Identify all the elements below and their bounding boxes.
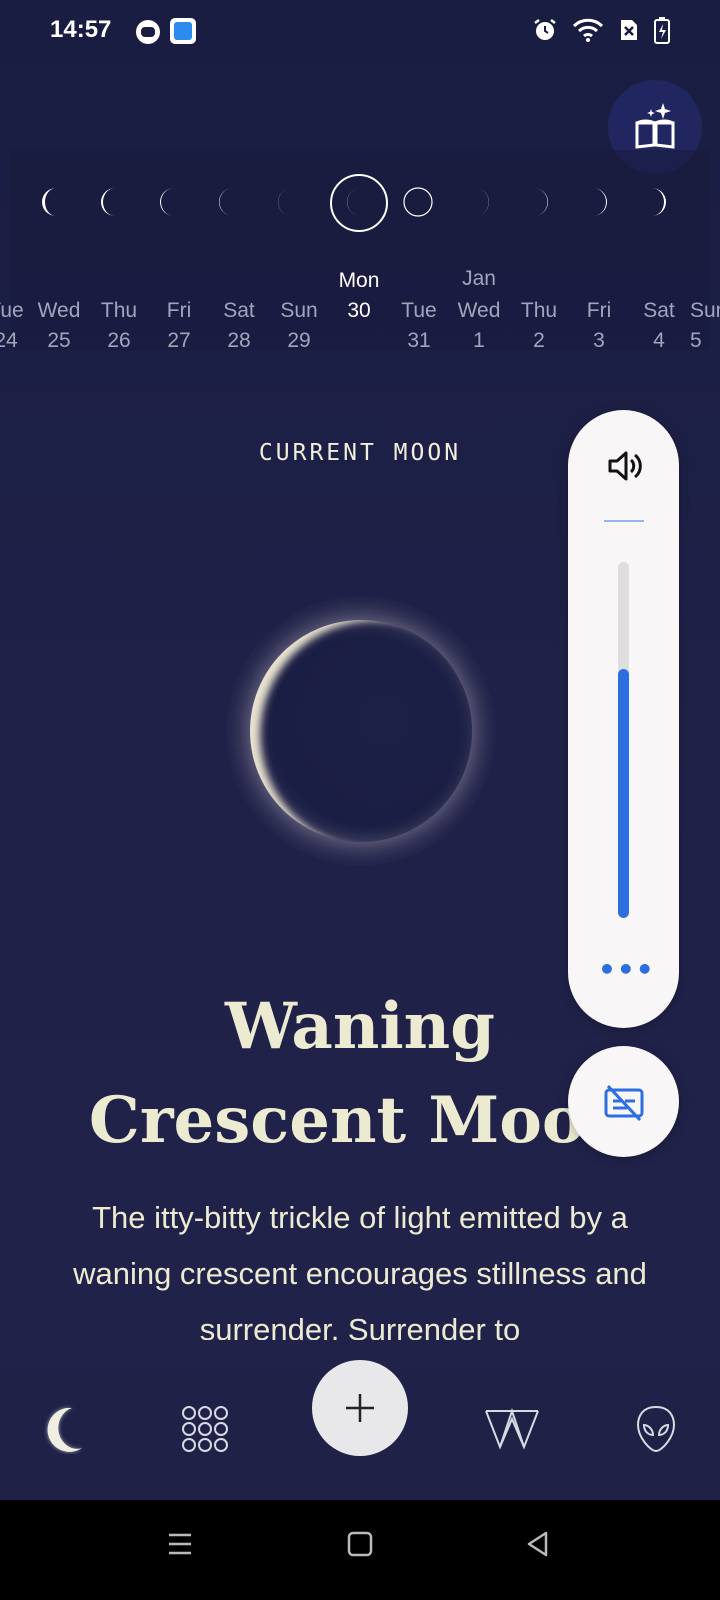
day-date: 2 xyxy=(533,329,545,352)
battery-charging-icon xyxy=(654,17,670,44)
moon-disc xyxy=(250,620,472,842)
day-column[interactable]: Thu 2 xyxy=(509,296,569,356)
grid-icon xyxy=(182,1406,228,1452)
status-time: 14:57 xyxy=(50,16,112,43)
add-button[interactable] xyxy=(312,1360,408,1456)
app-notification-icon-2 xyxy=(170,18,196,44)
phase-description: The itty-bitty trickle of light emitted … xyxy=(73,1200,647,1340)
phase-icon-new-moon[interactable] xyxy=(402,186,434,218)
day-weekday: Sun xyxy=(280,299,318,322)
menu-icon xyxy=(169,1533,191,1555)
day-column[interactable]: Tue 31 xyxy=(389,296,449,356)
day-date: 25 xyxy=(47,329,71,352)
phase-icon-current[interactable] xyxy=(343,186,375,218)
day-column[interactable]: Fri 3 xyxy=(569,296,629,356)
home-button[interactable] xyxy=(346,1530,374,1562)
captions-off-icon xyxy=(604,1084,643,1121)
alien-icon xyxy=(636,1405,676,1453)
phase-icon-waning-crescent[interactable] xyxy=(156,186,188,218)
day-weekday: Mon xyxy=(338,269,380,292)
phase-icon-waning-crescent[interactable] xyxy=(274,186,306,218)
home-square-icon xyxy=(347,1531,373,1557)
day-weekday: Tue xyxy=(401,299,437,322)
volume-divider xyxy=(604,520,644,522)
day-column[interactable]: Sat 4 xyxy=(629,296,689,356)
phase-icon-waxing-crescent[interactable] xyxy=(461,186,493,218)
speaker-icon[interactable] xyxy=(606,448,642,488)
day-weekday: Sat xyxy=(643,299,675,322)
status-bar: 14:57 xyxy=(0,0,720,64)
phase-icon-waxing-crescent[interactable] xyxy=(520,186,552,218)
day-weekday: Sun xyxy=(690,299,720,322)
day-date: 5 xyxy=(690,329,702,352)
system-nav-bar xyxy=(0,1500,720,1600)
day-column[interactable]: Jan Wed 1 xyxy=(449,267,509,356)
day-weekday: Thu xyxy=(100,299,138,322)
status-icons xyxy=(532,16,670,44)
phase-icon-waxing-crescent[interactable] xyxy=(638,186,670,218)
month-marker: Jan xyxy=(462,267,496,290)
day-column[interactable]: Sun 5 xyxy=(684,296,720,356)
day-column[interactable]: Sun 29 xyxy=(269,296,329,356)
moon-illustration xyxy=(226,596,496,866)
day-weekday: Wed xyxy=(37,299,81,322)
volume-slider[interactable] xyxy=(618,562,629,918)
day-weekday: Fri xyxy=(586,299,612,322)
day-date: 26 xyxy=(107,329,131,352)
volume-panel[interactable]: ••• xyxy=(568,410,679,1028)
back-triangle-icon xyxy=(527,1531,548,1557)
nav-tarot[interactable] xyxy=(484,1404,540,1454)
more-options-icon[interactable]: ••• xyxy=(598,956,654,984)
day-date: 30 xyxy=(347,299,371,322)
tarot-icon xyxy=(485,1407,539,1450)
recents-button[interactable] xyxy=(166,1530,194,1562)
day-date: 29 xyxy=(287,329,311,352)
day-weekday: Sat xyxy=(223,299,255,322)
book-sparkle-icon xyxy=(635,103,675,149)
day-weekday: Wed xyxy=(457,299,501,322)
no-sim-icon xyxy=(621,20,637,40)
day-date: 27 xyxy=(167,329,191,352)
day-column-selected[interactable]: Mon 30 xyxy=(329,266,389,326)
add-icon xyxy=(346,1394,374,1422)
day-weekday: Fri xyxy=(166,299,192,322)
day-date: 31 xyxy=(407,329,431,352)
day-column[interactable]: Wed 25 xyxy=(29,296,89,356)
nav-grid[interactable] xyxy=(180,1404,230,1454)
day-weekday: Thu xyxy=(520,299,558,322)
day-column[interactable]: Fri 27 xyxy=(149,296,209,356)
wifi-icon xyxy=(572,18,604,42)
nav-moon[interactable] xyxy=(40,1404,90,1454)
phase-icon-waxing-crescent[interactable] xyxy=(579,186,611,218)
day-column[interactable]: Sat 28 xyxy=(209,296,269,356)
day-date: 28 xyxy=(227,329,251,352)
phase-icon-waning-crescent[interactable] xyxy=(215,186,247,218)
phase-icon-waning-crescent[interactable] xyxy=(97,186,129,218)
alarm-icon xyxy=(534,19,556,40)
phase-icon-waning-crescent[interactable] xyxy=(38,186,70,218)
back-button[interactable] xyxy=(524,1530,552,1562)
day-date: 3 xyxy=(593,329,605,352)
moon-icon xyxy=(47,1407,82,1452)
nav-alien[interactable] xyxy=(634,1404,678,1454)
day-date: 4 xyxy=(653,329,665,352)
day-date: 1 xyxy=(473,329,485,352)
volume-slider-fill xyxy=(618,668,629,918)
day-column[interactable]: Thu 26 xyxy=(89,296,149,356)
live-caption-button[interactable] xyxy=(568,1046,679,1157)
app-notification-icon xyxy=(136,20,160,44)
